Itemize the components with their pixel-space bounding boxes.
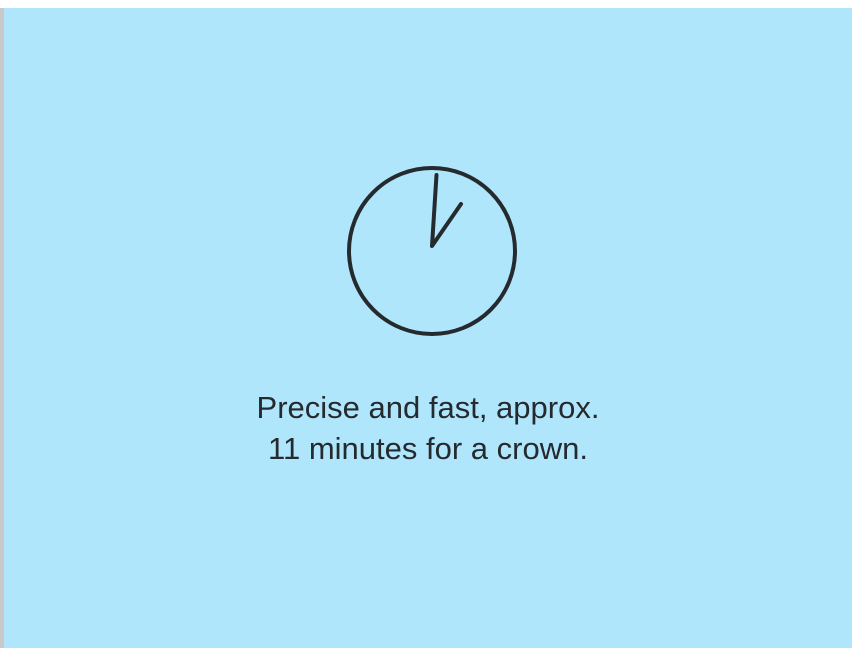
clock-icon	[347, 166, 517, 336]
feature-card: Precise and fast, approx. 11 minutes for…	[4, 8, 852, 648]
screen: Precise and fast, approx. 11 minutes for…	[0, 0, 852, 648]
feature-caption: Precise and fast, approx. 11 minutes for…	[4, 387, 852, 469]
clock-hands	[430, 173, 463, 248]
caption-line-1: Precise and fast, approx.	[256, 390, 600, 425]
caption-line-2: 11 minutes for a crown.	[268, 431, 588, 466]
clock-face	[347, 166, 517, 336]
